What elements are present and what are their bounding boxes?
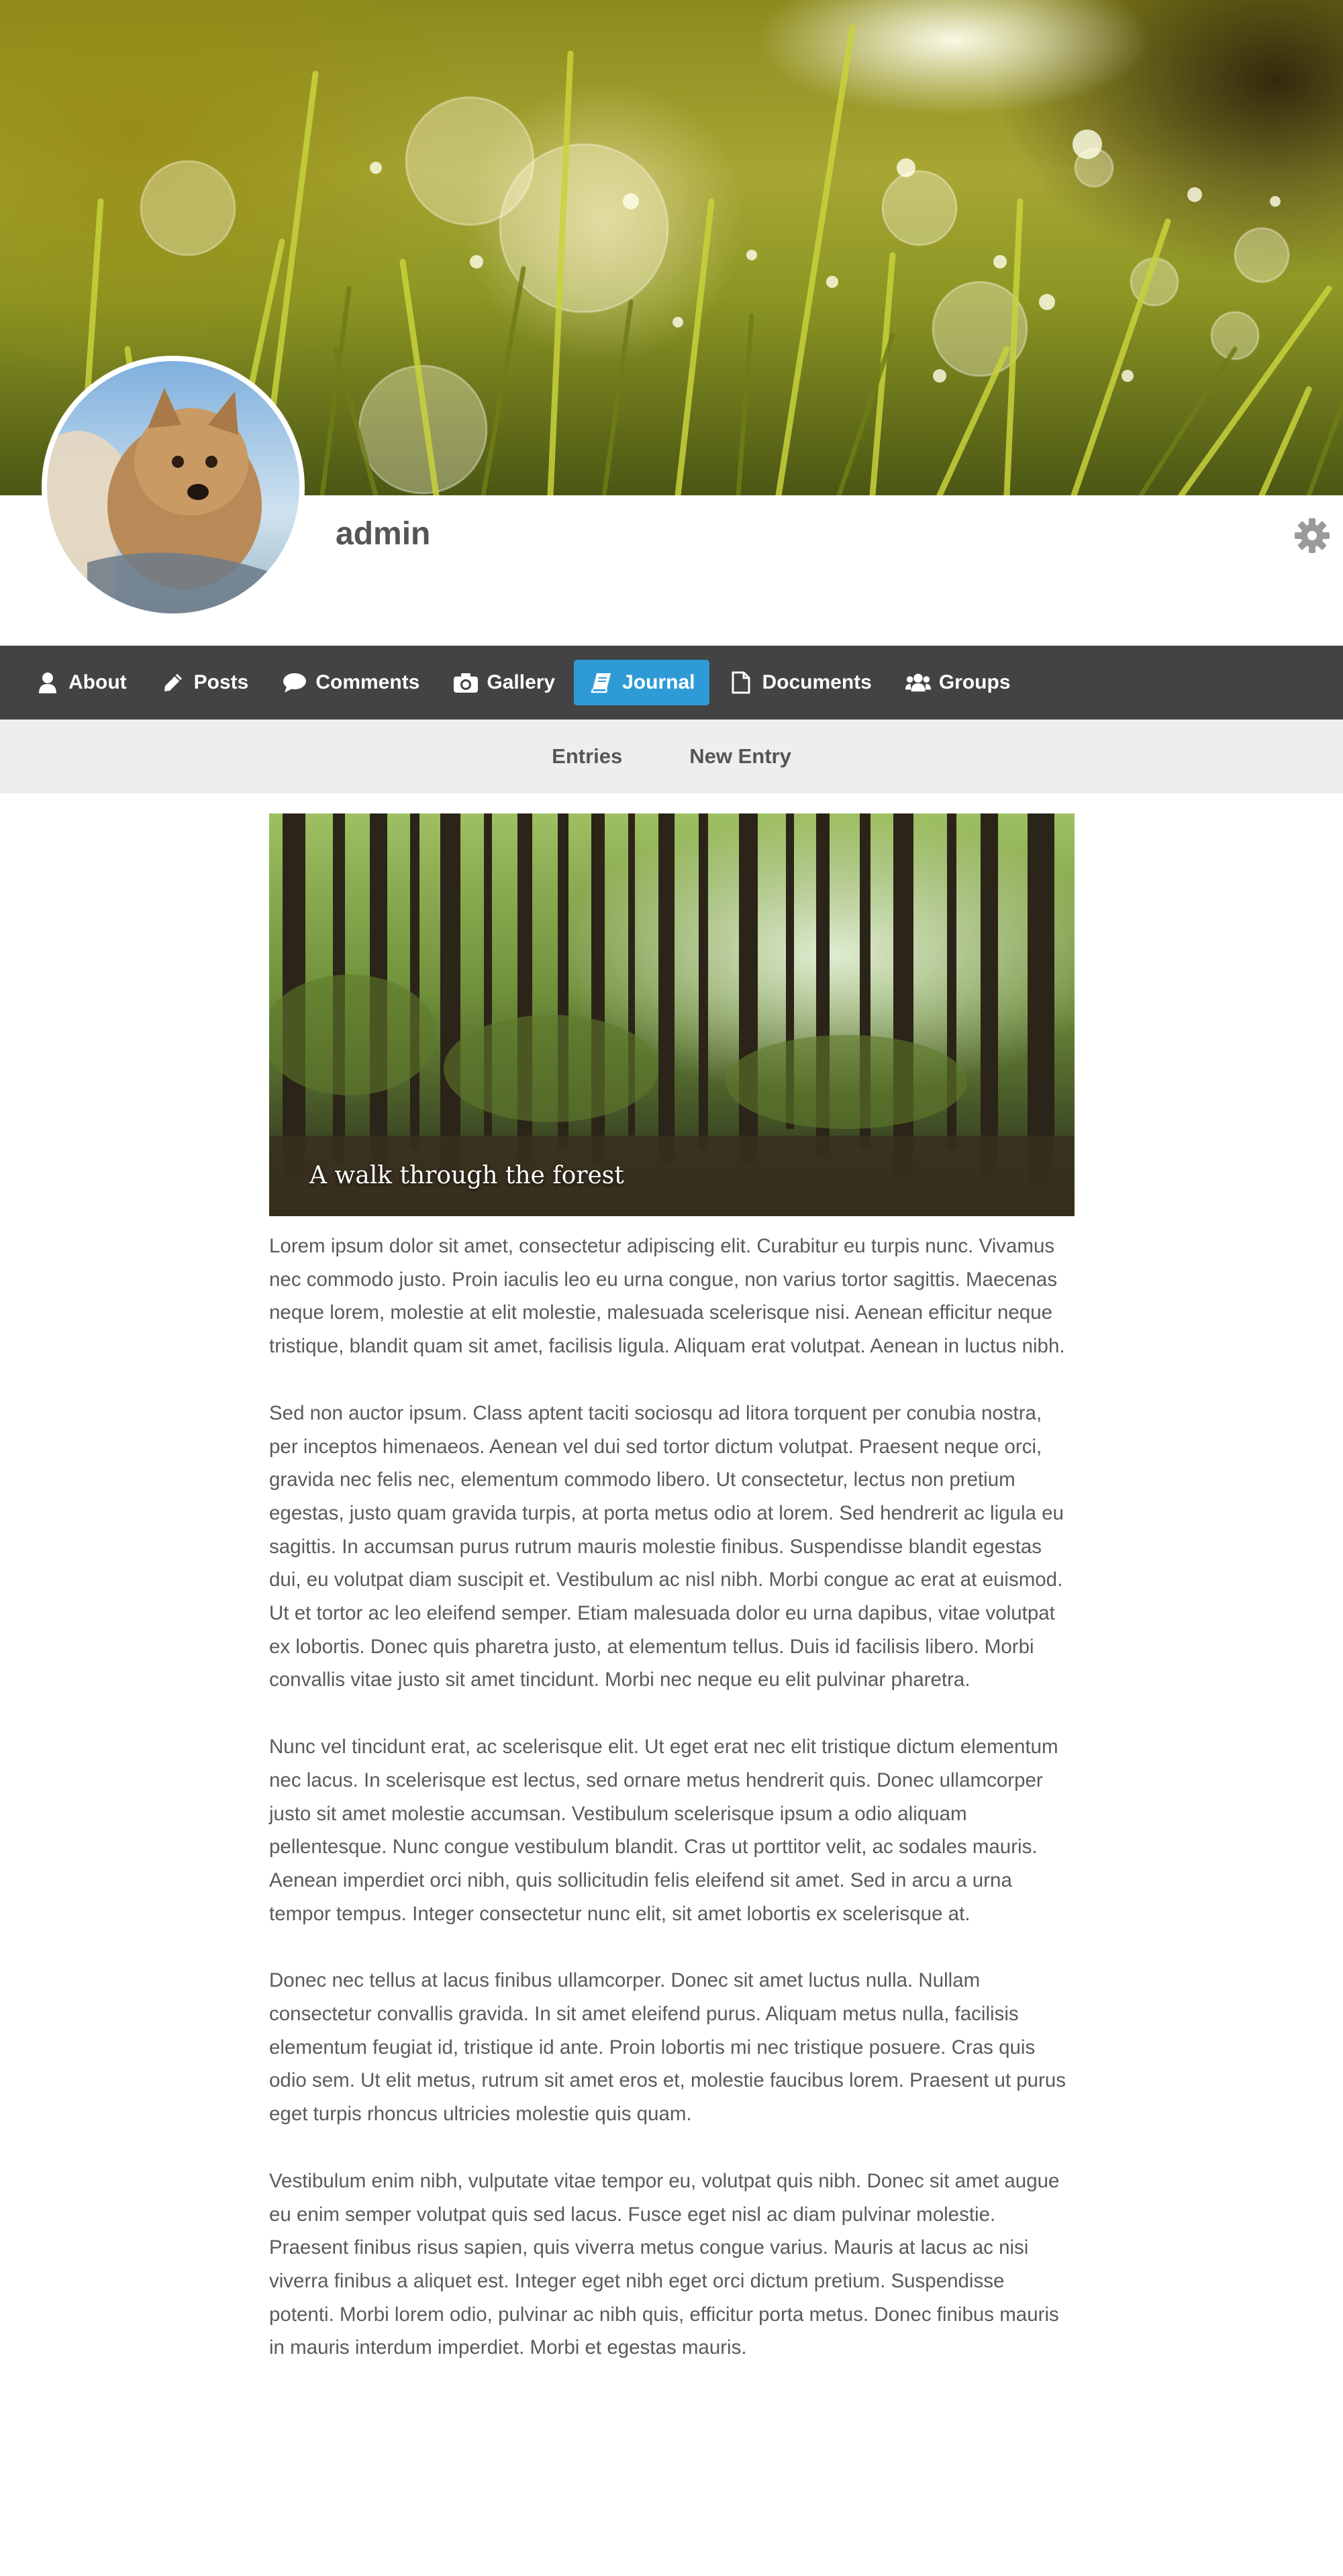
profile-username: admin — [336, 516, 431, 552]
entry-image: A walk through the forest — [269, 813, 1075, 1216]
nav-item-label: Comments — [315, 671, 420, 693]
subnav-entries[interactable]: Entries — [552, 744, 622, 769]
users-icon — [905, 670, 931, 695]
entry-paragraph: Nunc vel tincidunt erat, ac scelerisque … — [269, 1736, 1058, 1925]
nav-item-posts[interactable]: Posts — [146, 660, 264, 705]
nav-item-comments[interactable]: Comments — [267, 660, 434, 705]
entry-body: Lorem ipsum dolor sit amet, consectetur … — [269, 1230, 1075, 2398]
nav-item-gallery[interactable]: Gallery — [438, 660, 570, 705]
nav-item-label: About — [68, 671, 127, 693]
camera-icon — [453, 670, 479, 695]
subnav-new-entry[interactable]: New Entry — [689, 744, 791, 769]
nav-item-label: Documents — [762, 671, 872, 693]
nav-item-label: Posts — [193, 671, 249, 693]
nav-item-label: Gallery — [487, 671, 556, 693]
comment-icon — [282, 670, 307, 695]
entry-paragraph: Lorem ipsum dolor sit amet, consectetur … — [269, 1235, 1065, 1358]
profile-nav: About Posts Comments Gallery Journal Doc… — [0, 646, 1343, 720]
settings-button[interactable] — [1293, 517, 1331, 554]
entry-caption: A walk through the forest — [309, 1162, 624, 1189]
book-icon — [589, 670, 614, 695]
gear-icon — [1295, 518, 1330, 553]
nav-item-about[interactable]: About — [20, 660, 142, 705]
nav-item-label: Journal — [622, 671, 695, 693]
nav-item-documents[interactable]: Documents — [713, 660, 886, 705]
pencil-icon — [160, 670, 186, 695]
entry-paragraph: Sed non auctor ipsum. Class aptent tacit… — [269, 1401, 1064, 1691]
nav-item-journal[interactable]: Journal — [574, 660, 710, 705]
user-icon — [35, 670, 60, 695]
nav-item-label: Groups — [938, 671, 1011, 693]
forest-photo — [269, 813, 1075, 1216]
avatar-image — [47, 361, 299, 613]
entry-paragraph: Vestibulum enim nibh, vulputate vitae te… — [269, 2169, 1060, 2359]
entry-paragraph: Donec nec tellus at lacus finibus ullamc… — [269, 1969, 1066, 2126]
document-icon — [728, 670, 754, 695]
avatar[interactable] — [42, 356, 305, 619]
nav-item-groups[interactable]: Groups — [891, 660, 1026, 705]
journal-subnav: Entries New Entry — [0, 720, 1343, 793]
